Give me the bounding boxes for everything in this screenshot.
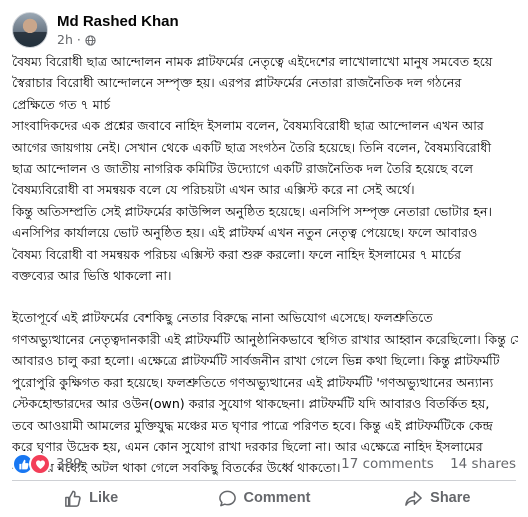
comment-bubble-icon [218, 490, 236, 506]
like-button[interactable]: Like [4, 489, 177, 508]
text-line: প্রেক্ষিতে গত ৭ মার্চ [12, 96, 111, 112]
text-line: তবে আওয়ামী আমলের মুক্তিযুদ্ধ মঞ্চের মত … [12, 417, 493, 433]
shares-count[interactable]: 14 shares [450, 456, 516, 472]
comment-button[interactable]: Comment [177, 489, 350, 508]
love-reaction-icon [29, 453, 51, 475]
divider [12, 480, 516, 481]
share-arrow-icon [405, 490, 423, 506]
comment-share-counts: 17 comments 14 shares [341, 456, 516, 472]
text-line: বৈষম্য বিরোধী ছাত্র আন্দোলন নামক প্লাটফর… [12, 54, 493, 69]
text-line: গণঅভ্যুত্থানের নেতৃত্বদানকারী এই প্লাটফর… [12, 331, 518, 347]
text-line: বৈষম্য বিরোধী বা সমন্বয়ক পরিচয় এক্সিস্… [12, 246, 462, 262]
text-line: বক্তব্যের আর ভিত্তি থাকলো না। [12, 268, 172, 284]
post-time[interactable]: 2h [57, 32, 73, 48]
text-line: সাংবাদিকদের এক প্রশ্নের জবাবে নাহিদ ইসলা… [12, 118, 484, 134]
post-meta: Md Rashed Khan 2h · [57, 12, 179, 48]
facebook-post: Md Rashed Khan 2h · বৈষম্য বিরোধী ছাত্র … [0, 0, 528, 517]
text-line: এনসিপির কার্যালয়ে ভোট অনুষ্ঠিত হয়। এই … [12, 225, 478, 241]
like-label: Like [89, 490, 119, 506]
reaction-count: 389 [56, 456, 82, 472]
text-line: ছাত্র আন্দোলন ও জাতীয় নাগরিক কমিটির উদ্… [12, 161, 473, 177]
action-bar: Like Comment Share [4, 482, 524, 514]
text-line: বৈষম্যবিরোধী বা সমন্বয়ক বলে যে পরিচয়টা… [12, 182, 415, 198]
thumbs-up-icon [65, 490, 81, 507]
text-line: স্টেকহোল্ডারদের আর ওউন(own) করার সুযোগ থ… [12, 396, 490, 412]
text-line: আগের জায়গায় নেই। সেখান থেকে একটি ছাত্র… [12, 139, 492, 155]
text-line: কিন্তু অতিসম্প্রতি সেই প্লাটফর্মের কাউন্… [12, 203, 492, 219]
post-header: Md Rashed Khan 2h · [12, 8, 179, 52]
post-subline: 2h · [57, 32, 179, 48]
separator-dot: · [76, 32, 81, 47]
avatar[interactable] [12, 12, 48, 48]
post-body: বৈষম্য বিরোধী ছাত্র আন্দোলন নামক প্লাটফর… [12, 51, 518, 479]
text-line: আবারও চালু করা হলো। এক্ষেত্রে প্লাটফর্মট… [12, 353, 500, 369]
globe-icon[interactable] [85, 34, 96, 46]
author-name[interactable]: Md Rashed Khan [57, 12, 179, 31]
comment-label: Comment [243, 490, 311, 506]
text-line: ইতোপূর্বে এই প্লাটফর্মের বেশকিছু নেতার ব… [12, 310, 433, 326]
share-button[interactable]: Share [351, 489, 524, 508]
comments-count[interactable]: 17 comments [341, 456, 434, 472]
share-label: Share [430, 490, 471, 506]
text-line: পুরোপুরি কুক্ষিগত করা হয়েছে। ফলশ্রুতিতে… [12, 374, 494, 390]
reactions-summary[interactable]: 389 [12, 453, 82, 475]
engagement-bar: 389 17 comments 14 shares [12, 453, 516, 475]
text-line: স্বৈরাচার বিরোধী আন্দোলনে সম্পৃক্ত হয়। … [12, 75, 462, 91]
post-paragraph-1: বৈষম্য বিরোধী ছাত্র আন্দোলন নামক প্লাটফর… [12, 51, 518, 286]
